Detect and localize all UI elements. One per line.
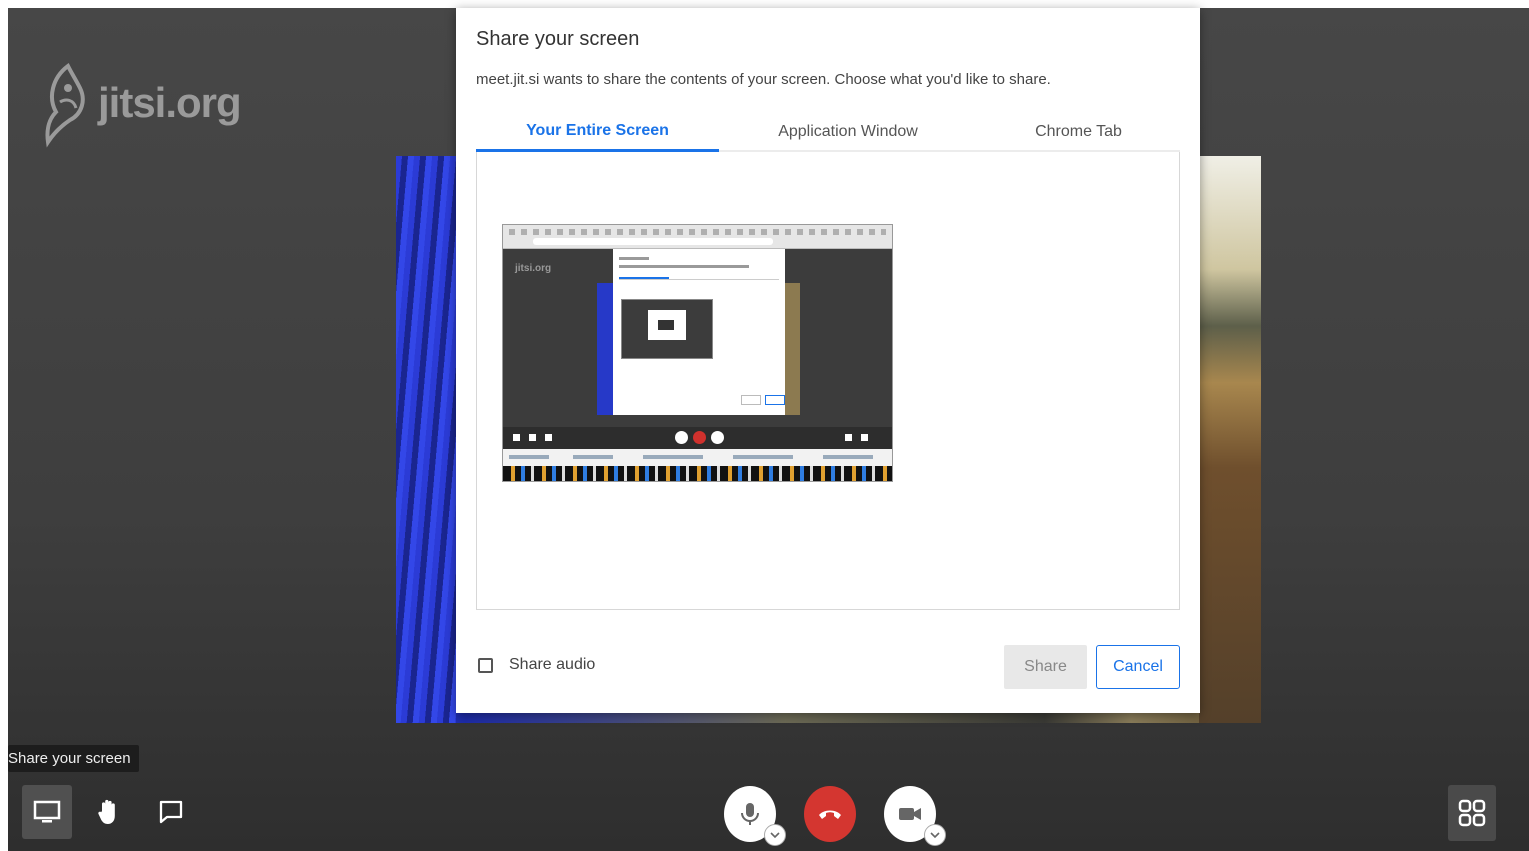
share-audio-option[interactable]: Share audio xyxy=(478,656,595,674)
jitsi-mark-icon xyxy=(45,62,85,148)
microphone-button[interactable] xyxy=(724,786,786,846)
raise-hand-button[interactable] xyxy=(84,785,134,839)
dialog-title: Share your screen xyxy=(476,28,640,50)
chevron-down-icon xyxy=(930,832,940,839)
share-audio-checkbox[interactable] xyxy=(478,657,493,673)
share-button[interactable]: Share xyxy=(1004,645,1087,689)
tab-chrome-tab[interactable]: Chrome Tab xyxy=(977,112,1180,152)
cancel-button[interactable]: Cancel xyxy=(1096,645,1180,689)
dialog-description: meet.jit.si wants to share the contents … xyxy=(476,71,1051,88)
microphone-options-button[interactable] xyxy=(764,824,786,846)
share-screen-tooltip: Share your screen xyxy=(8,745,139,772)
raise-hand-icon xyxy=(98,799,115,824)
call-controls xyxy=(724,786,946,846)
tab-entire-screen[interactable]: Your Entire Screen xyxy=(476,112,719,152)
entire-screen-thumbnail[interactable]: jitsi.org xyxy=(502,224,893,482)
camera-icon xyxy=(899,808,921,820)
chat-icon xyxy=(159,800,183,824)
share-audio-label: Share audio xyxy=(509,656,596,673)
microphone-icon xyxy=(741,803,759,825)
share-screen-dialog: Share your screen meet.jit.si wants to s… xyxy=(456,8,1200,713)
tile-view-button[interactable] xyxy=(1448,785,1496,841)
logo-text: jitsi.org xyxy=(98,79,242,126)
tile-view-icon xyxy=(1458,799,1486,827)
jitsi-logo: jitsi.org xyxy=(38,58,242,148)
chat-button[interactable] xyxy=(146,785,196,839)
thumbnail-logo: jitsi.org xyxy=(515,263,552,274)
camera-options-button[interactable] xyxy=(924,824,946,846)
screen-share-button[interactable] xyxy=(22,785,72,839)
hangup-icon xyxy=(819,810,841,819)
share-source-tabs: Your Entire Screen Application Window Ch… xyxy=(476,112,1180,152)
toolbar-left xyxy=(22,785,196,839)
camera-button[interactable] xyxy=(884,786,946,846)
tab-application-window[interactable]: Application Window xyxy=(719,112,977,152)
screen-preview-pane: jitsi.org xyxy=(476,152,1180,610)
chevron-down-icon xyxy=(770,832,780,839)
screen-share-icon xyxy=(33,800,61,823)
hangup-button[interactable] xyxy=(804,786,856,842)
